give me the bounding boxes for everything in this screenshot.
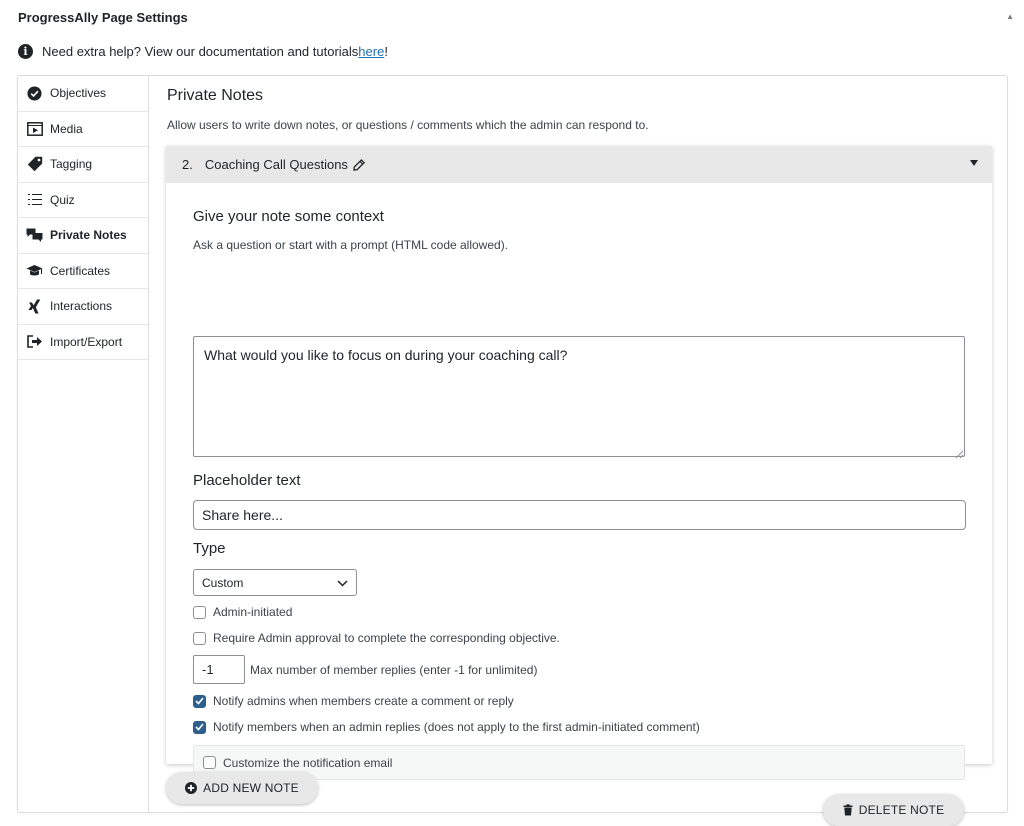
max-replies-input[interactable]: -1 <box>193 655 245 684</box>
xing-icon <box>26 298 43 315</box>
tag-icon <box>26 156 43 173</box>
add-new-note-label: ADD NEW NOTE <box>203 781 299 795</box>
sidebar-item-label: Quiz <box>50 192 75 207</box>
require-approval-checkbox[interactable] <box>193 631 206 645</box>
chevron-down-icon[interactable] <box>970 160 978 166</box>
sidebar-item-label: Interactions <box>50 299 113 314</box>
require-approval-label: Require Admin approval to complete the c… <box>213 631 560 645</box>
export-arrow-icon <box>26 333 43 350</box>
note-header[interactable]: 2. Coaching Call Questions <box>166 146 992 183</box>
sidebar-item-label: Import/Export <box>50 334 123 349</box>
customize-email-checkbox[interactable] <box>203 756 216 769</box>
help-row: i Need extra help? View our documentatio… <box>18 44 388 59</box>
note-number: 2. <box>182 157 193 172</box>
sidebar-item-tagging[interactable]: Tagging <box>18 147 148 183</box>
sidebar-item-import-export[interactable]: Import/Export <box>18 325 148 360</box>
trash-icon <box>843 804 853 816</box>
info-icon: i <box>18 44 33 59</box>
sidebar-item-label: Tagging <box>50 157 93 172</box>
notify-members-checkbox[interactable] <box>193 720 206 734</box>
add-new-note-button[interactable]: ADD NEW NOTE <box>166 772 318 804</box>
settings-panel: Objectives Media Tagging Quiz Private No… <box>17 75 1008 826</box>
require-approval-row: Require Admin approval to complete the c… <box>193 631 560 645</box>
sidebar-item-label: Media <box>50 121 83 136</box>
notify-members-label: Notify members when an admin replies (do… <box>213 720 700 734</box>
help-text: Need extra help? View our documentation … <box>42 44 359 59</box>
list-icon <box>26 191 43 208</box>
placeholder-input[interactable] <box>193 500 966 530</box>
help-link[interactable]: here <box>358 44 384 59</box>
notify-admins-checkbox[interactable] <box>193 694 206 708</box>
notify-admins-row: Notify admins when members create a comm… <box>193 694 514 708</box>
sidebar-item-interactions[interactable]: Interactions <box>18 289 148 325</box>
note-card: 2. Coaching Call Questions Give your not… <box>166 146 992 826</box>
sidebar-item-label: Certificates <box>50 263 111 278</box>
sidebar-item-label: Private Notes <box>50 228 127 243</box>
sidebar: Objectives Media Tagging Quiz Private No… <box>18 76 149 812</box>
notify-admins-label: Notify admins when members create a comm… <box>213 694 514 708</box>
chevron-down-icon <box>337 576 348 590</box>
sidebar-item-objectives[interactable]: Objectives <box>18 76 148 112</box>
pencil-icon[interactable] <box>353 158 365 171</box>
max-replies-label: Max number of member replies (enter -1 f… <box>250 662 538 677</box>
graduation-cap-icon <box>26 262 43 279</box>
resize-handle-icon[interactable] <box>955 446 964 459</box>
sidebar-item-label: Objectives <box>50 86 107 101</box>
sidebar-item-private-notes[interactable]: Private Notes <box>18 218 148 254</box>
section-title: Private Notes <box>167 87 264 104</box>
sidebar-item-quiz[interactable]: Quiz <box>18 183 148 218</box>
admin-initiated-label: Admin-initiated <box>213 605 293 619</box>
plus-circle-icon <box>185 782 198 794</box>
sidebar-item-media[interactable]: Media <box>18 112 148 147</box>
page-title: ProgressAlly Page Settings <box>18 10 188 25</box>
admin-initiated-checkbox[interactable] <box>193 605 206 619</box>
context-hint: Ask a question or start with a prompt (H… <box>193 238 509 252</box>
chat-bubbles-icon <box>26 227 43 244</box>
sidebar-item-certificates[interactable]: Certificates <box>18 254 148 289</box>
customize-email-label: Customize the notification email <box>223 755 393 770</box>
section-description: Allow users to write down notes, or ques… <box>167 118 649 132</box>
context-label: Give your note some context <box>193 208 384 225</box>
type-select-value: Custom <box>202 575 244 590</box>
max-replies-row: -1 Max number of member replies (enter -… <box>193 655 537 684</box>
help-suffix: ! <box>384 44 388 59</box>
placeholder-label: Placeholder text <box>193 472 301 489</box>
collapse-arrow-icon[interactable]: ▲ <box>1006 12 1014 21</box>
delete-note-button[interactable]: DELETE NOTE <box>823 794 964 826</box>
context-textarea[interactable]: What would you like to focus on during y… <box>193 336 965 457</box>
note-title: Coaching Call Questions <box>204 157 348 172</box>
notify-members-row: Notify members when an admin replies (do… <box>193 720 700 734</box>
type-select[interactable]: Custom <box>193 569 357 596</box>
media-player-icon <box>26 120 43 137</box>
delete-note-label: DELETE NOTE <box>858 803 945 817</box>
check-circle-icon <box>26 85 43 102</box>
settings-header: ProgressAlly Page Settings ▲ <box>0 0 1024 36</box>
checkmark-icon <box>195 697 204 705</box>
admin-initiated-row: Admin-initiated <box>193 605 292 619</box>
type-label: Type <box>193 540 226 557</box>
checkmark-icon <box>195 723 204 731</box>
